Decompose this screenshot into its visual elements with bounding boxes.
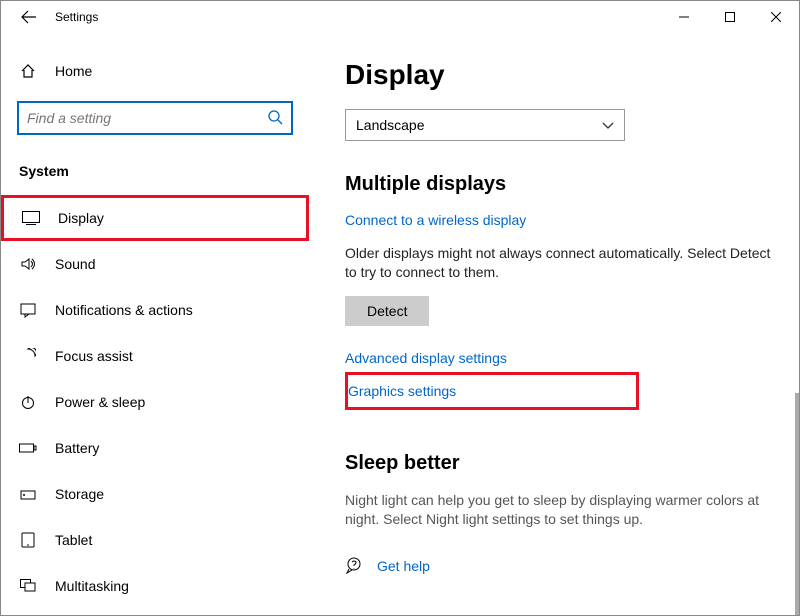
sidebar-item-sound[interactable]: Sound (1, 241, 309, 287)
graphics-settings-highlight: Graphics settings (345, 372, 639, 410)
help-icon (345, 556, 363, 577)
titlebar: Settings (1, 1, 799, 33)
scrollbar[interactable] (795, 393, 799, 615)
multiple-displays-heading: Multiple displays (345, 173, 779, 196)
tablet-icon (19, 531, 37, 549)
detect-description: Older displays might not always connect … (345, 244, 779, 282)
minimize-icon (679, 12, 689, 22)
back-button[interactable] (9, 2, 49, 32)
notifications-icon (19, 301, 37, 319)
sleep-description: Night light can help you get to sleep by… (345, 491, 779, 530)
maximize-icon (725, 12, 735, 22)
orientation-dropdown[interactable]: Landscape (345, 109, 625, 141)
maximize-button[interactable] (707, 2, 753, 32)
chevron-down-icon (602, 117, 614, 133)
sidebar-item-battery[interactable]: Battery (1, 425, 309, 471)
sidebar-item-label: Storage (55, 486, 104, 502)
storage-icon (19, 485, 37, 503)
connect-wireless-link[interactable]: Connect to a wireless display (345, 212, 779, 228)
sound-icon (19, 255, 37, 273)
search-icon (267, 109, 283, 128)
category-label: System (1, 151, 309, 189)
close-button[interactable] (753, 2, 799, 32)
home-label: Home (55, 63, 92, 79)
power-icon (19, 393, 37, 411)
sidebar: Home System Display Sound Notificat (1, 33, 309, 615)
advanced-display-link[interactable]: Advanced display settings (345, 350, 779, 366)
multitasking-icon (19, 577, 37, 595)
sidebar-item-label: Notifications & actions (55, 302, 193, 318)
sidebar-item-label: Power & sleep (55, 394, 145, 410)
sidebar-item-power[interactable]: Power & sleep (1, 379, 309, 425)
detect-button[interactable]: Detect (345, 296, 429, 326)
search-box[interactable] (17, 101, 293, 135)
arrow-left-icon (21, 9, 37, 25)
get-help-link[interactable]: Get help (377, 558, 430, 574)
dropdown-value: Landscape (356, 117, 425, 133)
nav-list: Display Sound Notifications & actions Fo… (1, 195, 309, 609)
get-help-row[interactable]: Get help (345, 556, 779, 577)
search-input[interactable] (27, 110, 267, 126)
main-content: Display Landscape Multiple displays Conn… (309, 33, 799, 615)
window-controls (661, 2, 799, 32)
page-title: Display (345, 59, 779, 91)
sidebar-item-tablet[interactable]: Tablet (1, 517, 309, 563)
sleep-better-heading: Sleep better (345, 452, 779, 475)
sidebar-item-label: Display (58, 210, 104, 226)
sidebar-item-display[interactable]: Display (1, 195, 309, 241)
display-icon (22, 209, 40, 227)
sidebar-item-label: Tablet (55, 532, 92, 548)
battery-icon (19, 439, 37, 457)
home-icon (19, 62, 37, 80)
close-icon (771, 12, 781, 22)
graphics-settings-link[interactable]: Graphics settings (348, 383, 456, 399)
sidebar-item-notifications[interactable]: Notifications & actions (1, 287, 309, 333)
window-title: Settings (55, 10, 98, 24)
home-link[interactable]: Home (1, 51, 309, 91)
focus-icon (19, 347, 37, 365)
sidebar-item-label: Focus assist (55, 348, 133, 364)
sidebar-item-label: Sound (55, 256, 95, 272)
minimize-button[interactable] (661, 2, 707, 32)
sidebar-item-label: Multitasking (55, 578, 129, 594)
sidebar-item-storage[interactable]: Storage (1, 471, 309, 517)
sidebar-item-label: Battery (55, 440, 99, 456)
sidebar-item-focus[interactable]: Focus assist (1, 333, 309, 379)
sidebar-item-multitasking[interactable]: Multitasking (1, 563, 309, 609)
